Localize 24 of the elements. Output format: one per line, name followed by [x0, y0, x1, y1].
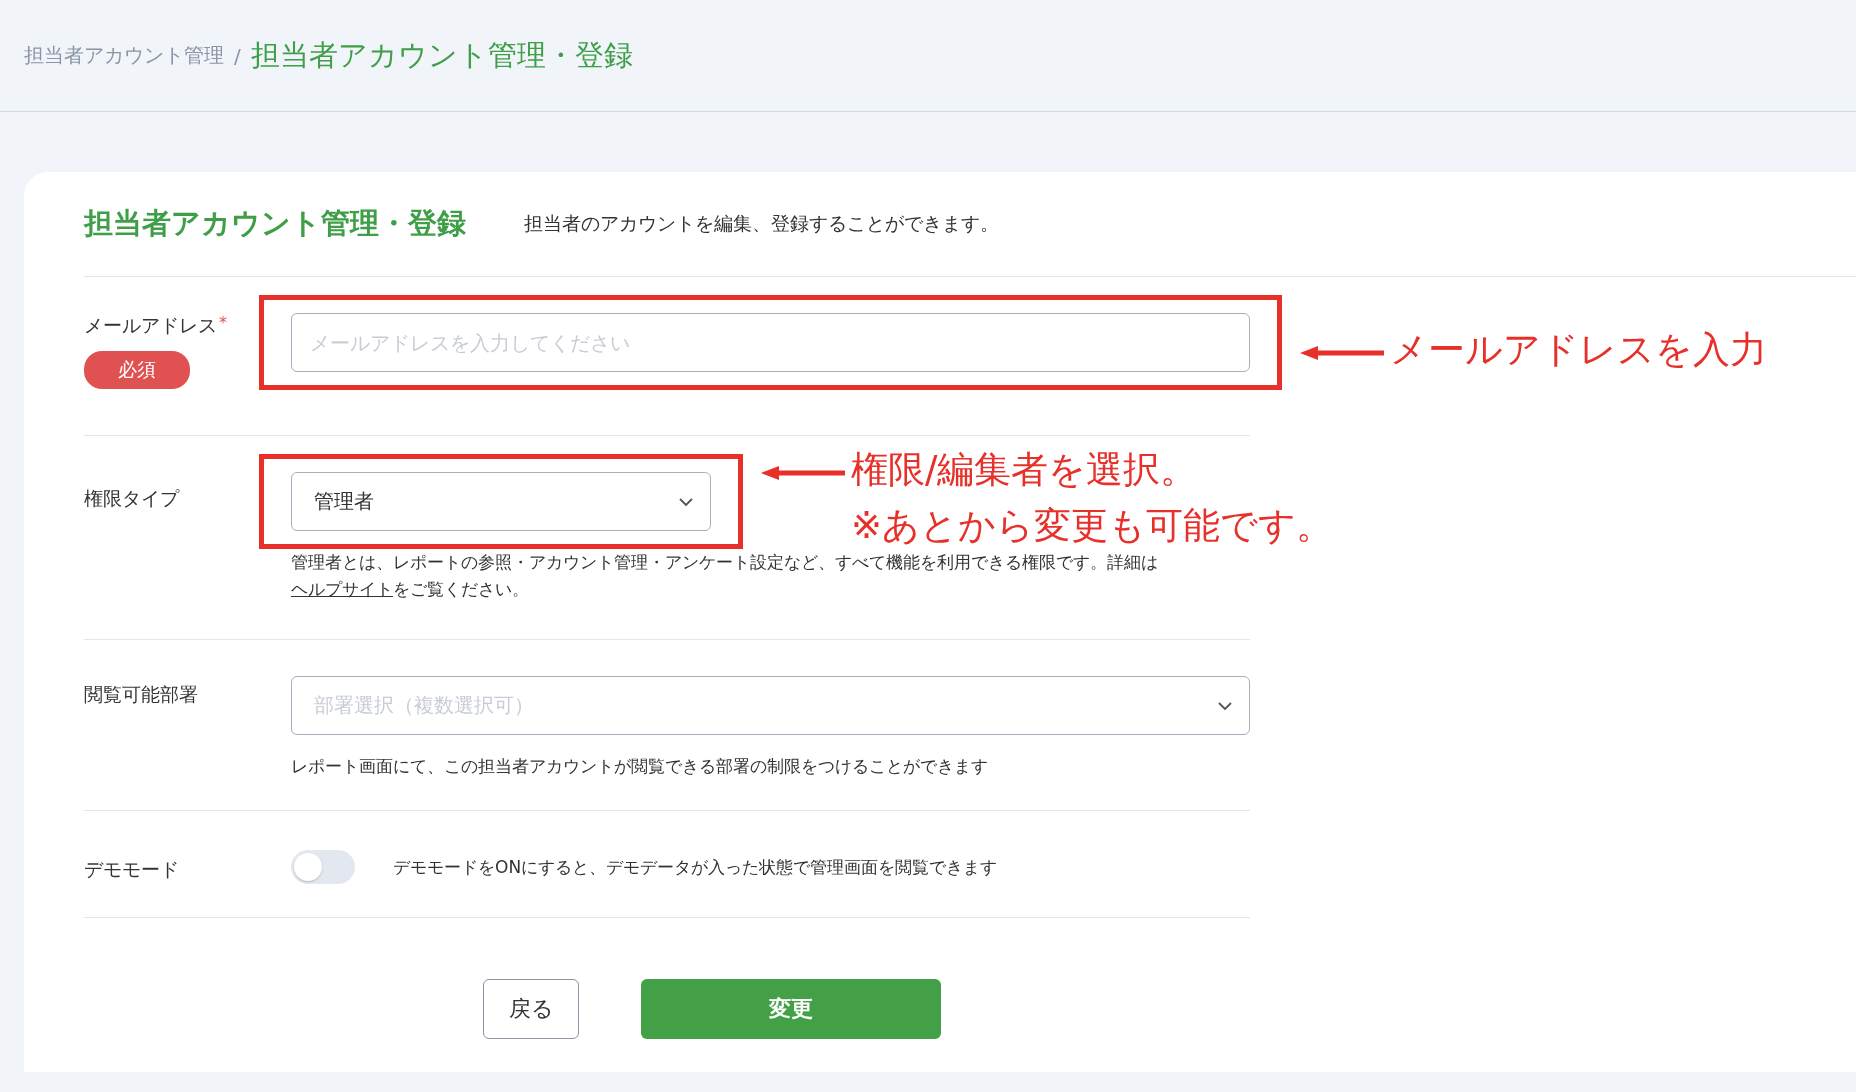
field-label: デモモード: [84, 857, 179, 882]
help-link[interactable]: ヘルプサイト: [291, 579, 393, 599]
back-button[interactable]: 戻る: [483, 979, 579, 1039]
help-text: レポート画面にて、この担当者アカウントが閲覧できる部署の制限をつけることができます: [291, 755, 989, 778]
toggle-switch[interactable]: [291, 850, 355, 884]
field-label: メールアドレス*: [84, 313, 227, 338]
field-label: 権限タイプ: [84, 486, 179, 511]
breadcrumb-separator: /: [234, 43, 241, 68]
chevron-icon: [1217, 700, 1233, 711]
field-label: 閲覧可能部署: [84, 682, 198, 707]
arrow-icon: [1300, 345, 1384, 361]
role-select[interactable]: 管理者: [291, 472, 711, 531]
email-field[interactable]: メールアドレスを入力してください: [291, 313, 1250, 372]
annotation-text: メールアドレスを入力: [1390, 327, 1767, 373]
annotation-text: 権限/編集者を選択。: [851, 447, 1199, 493]
arrow-icon: [761, 465, 845, 481]
page-description: 担当者のアカウントを編集、登録することができます。: [524, 211, 999, 236]
help-text: デモモードをONにすると、デモデータが入った状態で管理画面を閲覧できます: [393, 855, 998, 879]
annotation-text: ※あとから変更も可能です。: [851, 503, 1333, 549]
required-badge: 必須: [84, 351, 190, 389]
help-text: 管理者とは、レポートの参照・アカウント管理・アンケート設定など、すべて機能を利用できる権限です。詳細は ヘルプサイト をご覧ください。: [291, 551, 1159, 601]
breadcrumb-current: 担当者アカウント管理・登録: [250, 36, 633, 74]
chevron-icon: [678, 496, 694, 507]
page-title: 担当者アカウント管理・登録: [84, 205, 466, 242]
